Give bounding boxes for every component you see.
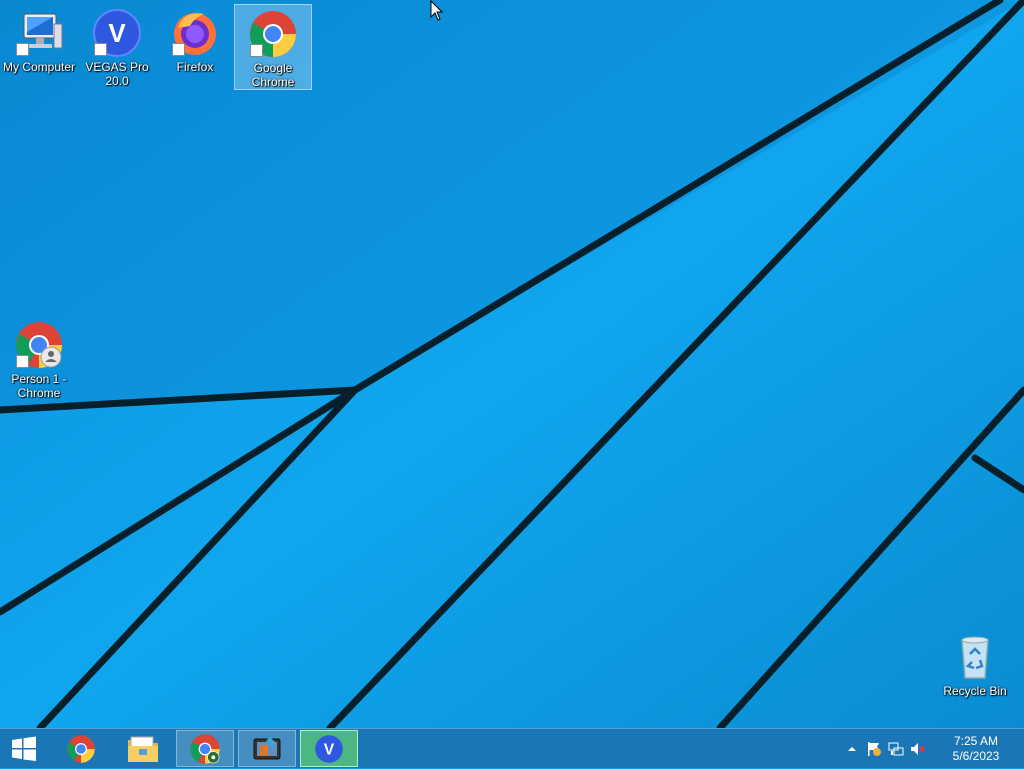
chrome-profile-icon	[190, 733, 220, 764]
desktop-icon-vegas-pro[interactable]: V VEGAS Pro 20.0	[79, 4, 155, 88]
windows-start-icon	[12, 736, 36, 761]
desktop-icon-my-computer[interactable]: My Computer	[1, 4, 77, 74]
taskbar-chrome-profile-button[interactable]	[176, 730, 234, 767]
mouse-cursor-icon	[430, 0, 444, 21]
tablet-app-icon	[253, 736, 281, 759]
vegas-pro-icon: V	[92, 8, 142, 58]
desktop-icon-google-chrome[interactable]: Google Chrome	[234, 4, 312, 90]
show-hidden-icons-chevron-icon[interactable]	[844, 741, 860, 757]
taskbar-chrome-button[interactable]	[52, 730, 110, 767]
desktop-icon-person-1-chrome[interactable]: Person 1 - Chrome	[1, 316, 77, 400]
clock-time: 7:25 AM	[953, 734, 999, 748]
desktop-icon-recycle-bin[interactable]: Recycle Bin	[937, 628, 1013, 698]
start-button[interactable]	[0, 730, 48, 767]
shortcut-arrow-icon	[94, 43, 107, 56]
network-icon[interactable]	[888, 741, 904, 757]
icon-label: Google Chrome	[251, 61, 295, 89]
svg-text:V: V	[324, 741, 335, 758]
taskbar-tablet-app-button[interactable]	[238, 730, 296, 767]
icon-label: Recycle Bin	[943, 684, 1007, 698]
clock-date: 5/6/2023	[952, 749, 1000, 763]
volume-muted-icon[interactable]	[910, 741, 926, 757]
taskbar: V 7:25 AM 5/6/2023	[0, 728, 1024, 768]
svg-text:V: V	[108, 18, 126, 48]
clock[interactable]: 7:25 AM 5/6/2023	[948, 734, 1004, 764]
firefox-icon	[170, 8, 220, 58]
taskbar-vegas-pro-button[interactable]: V	[300, 730, 358, 767]
vegas-pro-icon: V	[315, 734, 343, 763]
computer-icon	[14, 8, 64, 58]
icon-label: VEGAS Pro 20.0	[85, 60, 149, 88]
chrome-icon	[248, 9, 298, 59]
desktop-wallpaper	[0, 0, 1024, 728]
shortcut-arrow-icon	[16, 355, 29, 368]
icon-label: My Computer	[2, 60, 76, 74]
chrome-icon	[67, 734, 95, 763]
chrome-profile-icon	[14, 320, 64, 370]
recycle-bin-icon	[950, 632, 1000, 682]
system-tray: 7:25 AM 5/6/2023	[844, 729, 1024, 769]
desktop-icon-firefox[interactable]: Firefox	[157, 4, 233, 74]
file-explorer-icon	[128, 736, 158, 762]
shortcut-arrow-icon	[16, 43, 29, 56]
shortcut-arrow-icon	[172, 43, 185, 56]
action-center-flag-icon[interactable]	[866, 741, 882, 757]
shortcut-arrow-icon	[250, 44, 263, 57]
icon-label: Person 1 - Chrome	[11, 372, 67, 400]
icon-label: Firefox	[176, 60, 214, 74]
taskbar-file-explorer-button[interactable]	[114, 730, 172, 767]
